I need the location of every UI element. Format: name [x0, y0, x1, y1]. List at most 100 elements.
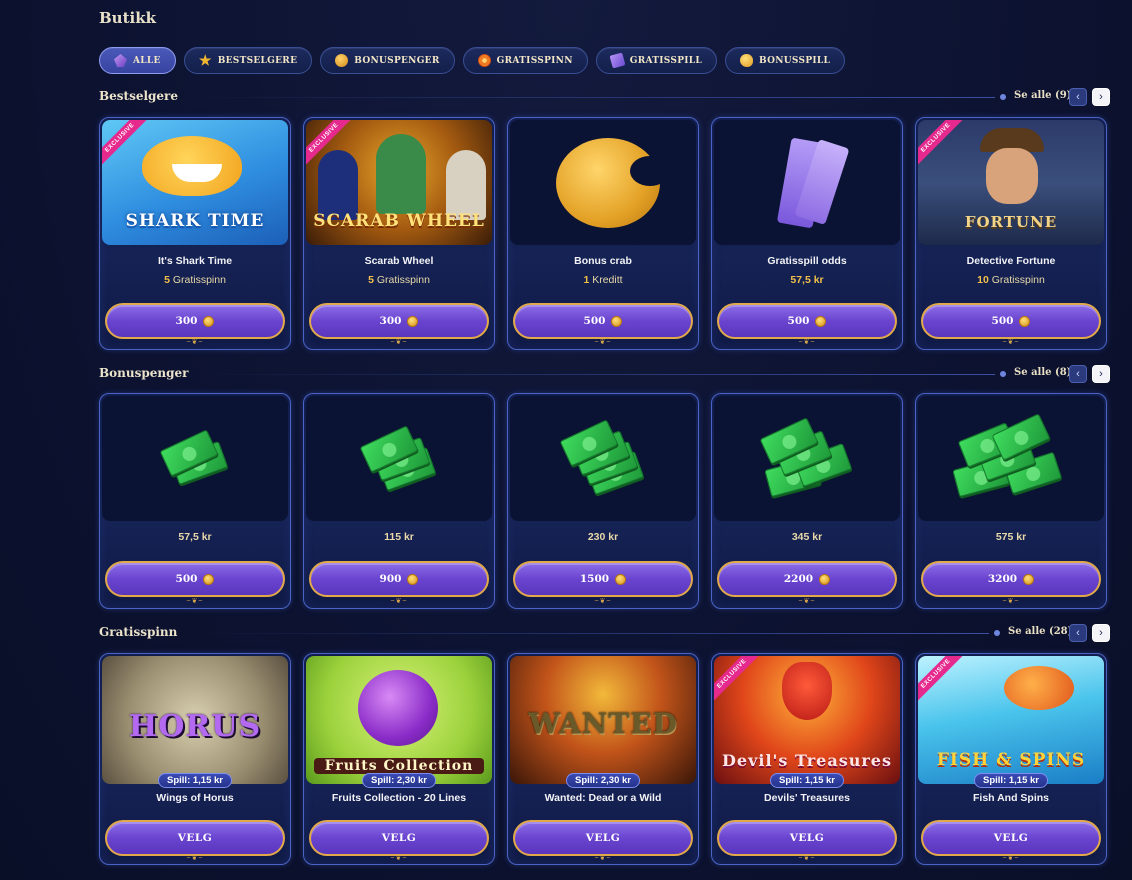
- filter-all[interactable]: ALLE: [99, 47, 176, 74]
- prev-arrow-button[interactable]: ‹: [1069, 365, 1087, 383]
- select-button[interactable]: VELG: [717, 820, 897, 856]
- cash-thumbnail: [510, 396, 696, 521]
- game-logo: Fruits Collection: [314, 758, 484, 774]
- ornament: ~❦~: [594, 339, 612, 346]
- next-arrow-button[interactable]: ›: [1092, 624, 1110, 642]
- next-arrow-button[interactable]: ›: [1092, 88, 1110, 106]
- product-card[interactable]: SHARK TIME EXCLUSIVE It's Shark Time 5 G…: [99, 117, 291, 350]
- game-card[interactable]: WANTED Spill: 2,30 kr Wanted: Dead or a …: [507, 653, 699, 865]
- buy-button[interactable]: 300: [105, 303, 285, 339]
- buy-button[interactable]: 500: [513, 303, 693, 339]
- product-card[interactable]: Gratisspill odds 57,5 kr 500 ~❦~: [711, 117, 903, 350]
- game-card[interactable]: HORUS Spill: 1,15 kr Wings of Horus VELG…: [99, 653, 291, 865]
- product-card[interactable]: 57,5 kr 500 ~❦~: [99, 393, 291, 609]
- section-title: Gratisspinn: [99, 625, 178, 639]
- select-button[interactable]: VELG: [513, 820, 693, 856]
- ornament: ~❦~: [186, 598, 204, 605]
- buy-button[interactable]: 900: [309, 561, 489, 597]
- ornament: ~❦~: [390, 339, 408, 346]
- buy-button[interactable]: 500: [105, 561, 285, 597]
- select-button[interactable]: VELG: [309, 820, 489, 856]
- crystal-icon: [114, 54, 127, 67]
- buy-button[interactable]: 1500: [513, 561, 693, 597]
- next-arrow-button[interactable]: ›: [1092, 365, 1110, 383]
- section-dot: [1000, 94, 1006, 100]
- filter-bonuspenger[interactable]: BONUSPENGER: [320, 47, 455, 74]
- product-card[interactable]: 230 kr 1500 ~❦~: [507, 393, 699, 609]
- section-header-bonuspenger: Bonuspenger Se alle (8) ‹ ›: [99, 365, 1110, 383]
- section-title: Bonuspenger: [99, 366, 189, 380]
- filter-label: ALLE: [133, 55, 161, 66]
- see-all-link[interactable]: Se alle (9): [1014, 90, 1071, 101]
- card-subtitle: 10 Gratisspinn: [977, 274, 1045, 286]
- game-logo: HORUS: [128, 709, 262, 744]
- buy-button[interactable]: 2200: [717, 561, 897, 597]
- prev-arrow-button[interactable]: ‹: [1069, 88, 1087, 106]
- card-title: 345 kr: [791, 531, 823, 543]
- card-title: It's Shark Time: [157, 255, 233, 267]
- card-title: 57,5 kr: [178, 531, 212, 543]
- game-card[interactable]: Fruits Collection Spill: 2,30 kr Fruits …: [303, 653, 495, 865]
- devil-icon: [782, 662, 832, 720]
- stake-badge: Spill: 2,30 kr: [362, 773, 436, 788]
- card-title: Wanted: Dead or a Wild: [544, 792, 662, 804]
- product-card[interactable]: FORTUNE EXCLUSIVE Detective Fortune 10 G…: [915, 117, 1107, 350]
- gold-coin-icon: [740, 54, 754, 67]
- game-thumbnail: [510, 120, 696, 245]
- card-title: 115 kr: [384, 531, 414, 543]
- card-title: Devils' Treasures: [764, 792, 850, 804]
- product-card[interactable]: 575 kr 3200 ~❦~: [915, 393, 1107, 609]
- filter-bonusspill[interactable]: BONUSSPILL: [725, 47, 846, 74]
- prev-arrow-button[interactable]: ‹: [1069, 624, 1087, 642]
- card-subtitle: 5 Gratisspinn: [368, 274, 430, 286]
- see-all-link[interactable]: Se alle (8): [1014, 367, 1071, 378]
- product-card[interactable]: 115 kr 900 ~❦~: [303, 393, 495, 609]
- ornament: ~❦~: [594, 598, 612, 605]
- ornament: ~❦~: [186, 855, 204, 862]
- buy-button[interactable]: 3200: [921, 561, 1101, 597]
- cash-thumbnail: [918, 396, 1104, 521]
- section-header-bestselgere: Bestselgere Se alle (9) ‹ ›: [99, 88, 1110, 106]
- stake-badge: Spill: 2,30 kr: [566, 773, 640, 788]
- filter-gratisspill[interactable]: GRATISSPILL: [595, 47, 718, 74]
- ornament: ~❦~: [798, 339, 816, 346]
- section-divider: [189, 97, 995, 98]
- see-all-link[interactable]: Se alle (28): [1008, 626, 1072, 637]
- filter-label: BESTSELGERE: [217, 55, 298, 66]
- spin-icon: [477, 54, 491, 67]
- cash-thumbnail: [102, 396, 288, 521]
- filter-gratisspinn[interactable]: GRATISSPINN: [462, 47, 588, 74]
- filter-label: GRATISSPILL: [629, 55, 703, 66]
- game-thumbnail: Fruits Collection: [306, 656, 492, 784]
- ticket-icon: [609, 52, 626, 69]
- buy-button[interactable]: 300: [309, 303, 489, 339]
- game-card[interactable]: FISH & SPINS EXCLUSIVE Spill: 1,15 kr Fi…: [915, 653, 1107, 865]
- ornament: ~❦~: [798, 855, 816, 862]
- select-button[interactable]: VELG: [105, 820, 285, 856]
- coin-icon: [819, 573, 831, 585]
- game-card[interactable]: Devil's Treasures EXCLUSIVE Spill: 1,15 …: [711, 653, 903, 865]
- buy-button[interactable]: 500: [717, 303, 897, 339]
- card-title: 230 kr: [587, 531, 619, 543]
- section-divider: [189, 374, 995, 375]
- game-thumbnail: SHARK TIME EXCLUSIVE: [102, 120, 288, 245]
- filter-bestselgere[interactable]: BESTSELGERE: [183, 47, 313, 74]
- card-subtitle: 57,5 kr: [790, 274, 824, 286]
- card-title: Scarab Wheel: [364, 255, 434, 267]
- ornament: ~❦~: [1002, 598, 1020, 605]
- card-title: 575 kr: [995, 531, 1027, 543]
- coin-icon: [1023, 573, 1035, 585]
- grape-icon: [358, 670, 438, 746]
- buy-button[interactable]: 500: [921, 303, 1101, 339]
- filter-label: GRATISSPINN: [496, 55, 573, 66]
- product-card[interactable]: SCARAB WHEEL EXCLUSIVE Scarab Wheel 5 Gr…: [303, 117, 495, 350]
- stake-badge: Spill: 1,15 kr: [974, 773, 1048, 788]
- coin-icon: [335, 54, 349, 67]
- product-card[interactable]: Bonus crab 1 Kreditt 500 ~❦~: [507, 117, 699, 350]
- fish-icon: [1004, 666, 1074, 710]
- exclusive-ribbon: EXCLUSIVE: [918, 656, 969, 707]
- ornament: ~❦~: [798, 598, 816, 605]
- select-button[interactable]: VELG: [921, 820, 1101, 856]
- product-card[interactable]: 345 kr 2200 ~❦~: [711, 393, 903, 609]
- coin-icon: [203, 573, 215, 585]
